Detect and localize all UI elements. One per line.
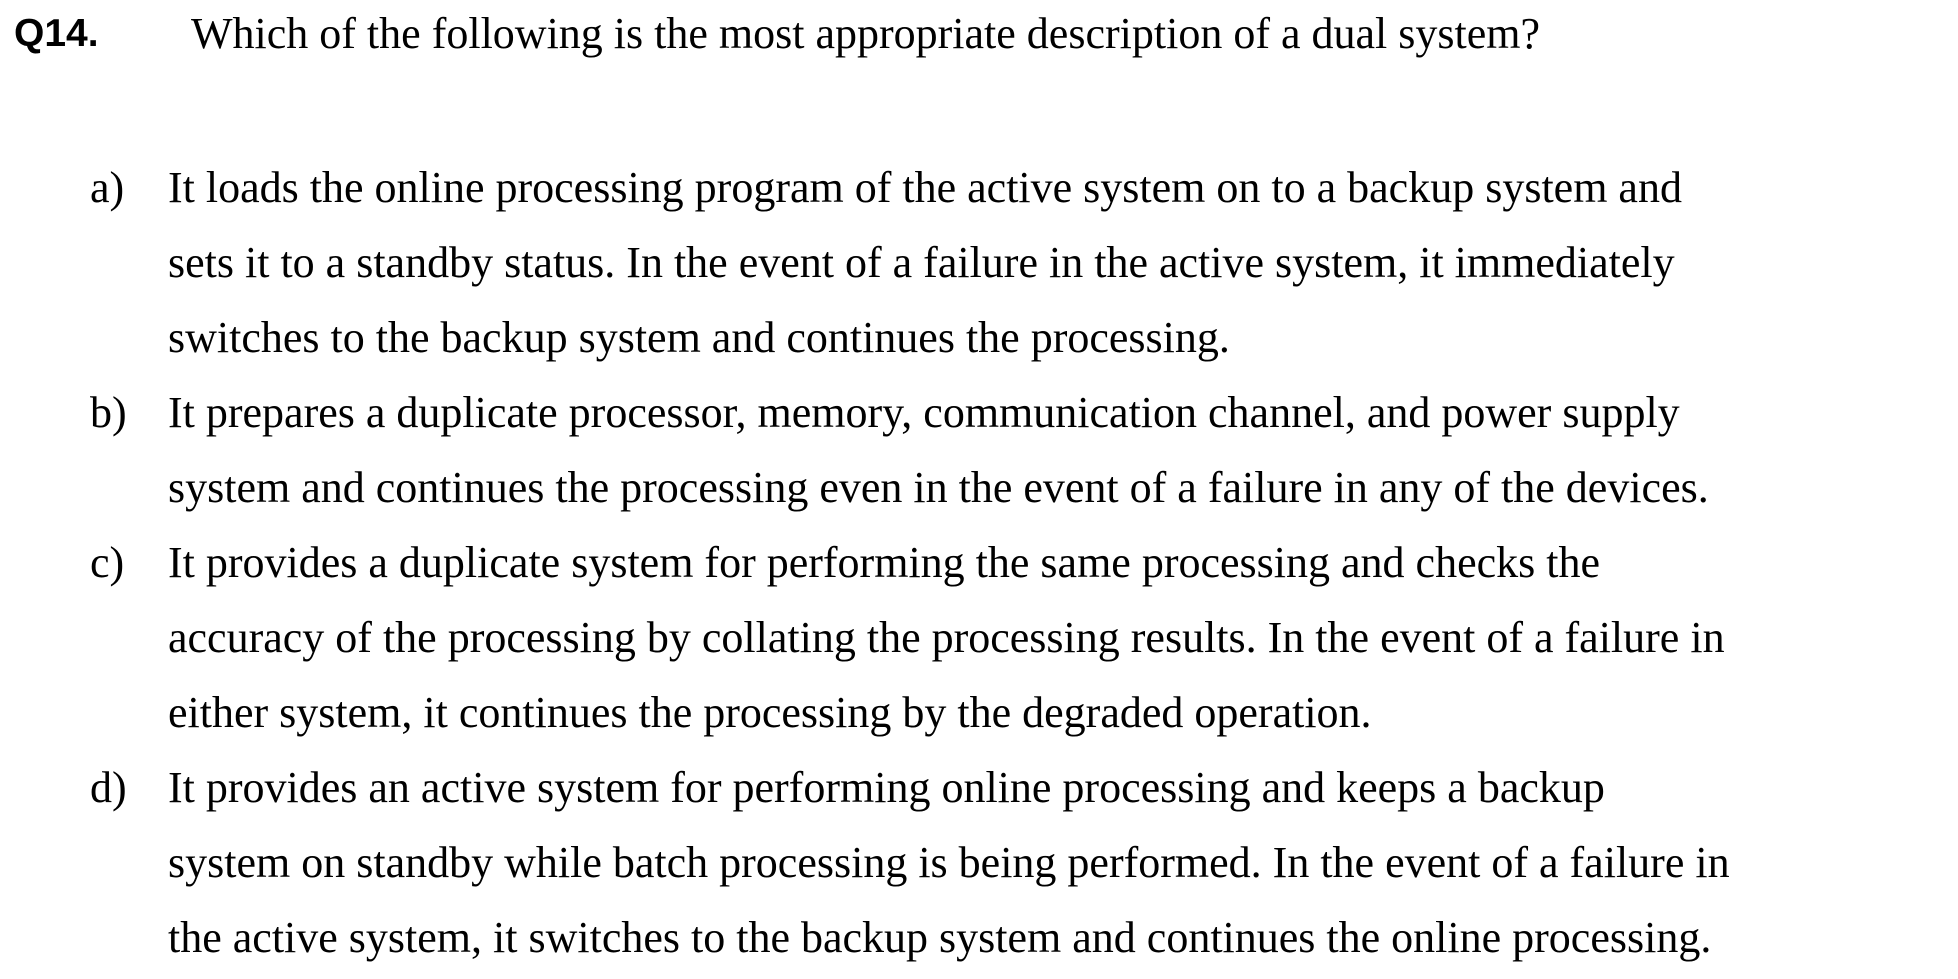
option-line: It provides an active system for perform… — [168, 763, 1605, 812]
option-line: system on standby while batch processing… — [168, 838, 1730, 887]
option-letter: b) — [90, 388, 127, 437]
option-text: It provides an active system for perform… — [168, 750, 1958, 975]
option-line: sets it to a standby status. In the even… — [168, 238, 1675, 287]
option-line: either system, it continues the processi… — [168, 688, 1372, 737]
question-text: Which of the following is the most appro… — [191, 9, 1541, 58]
answer-options: a) It loads the online processing progra… — [90, 150, 1938, 975]
option-text: It prepares a duplicate processor, memor… — [168, 375, 1958, 525]
option-line: the active system, it switches to the ba… — [168, 913, 1712, 962]
option-line: It provides a duplicate system for perfo… — [168, 538, 1600, 587]
option-letter: a) — [90, 163, 125, 212]
option-letter: c) — [90, 538, 125, 587]
option-c: c) It provides a duplicate system for pe… — [90, 525, 1938, 750]
question-number: Q14. — [14, 12, 99, 55]
option-line: It loads the online processing program o… — [168, 163, 1682, 212]
option-line: It prepares a duplicate processor, memor… — [168, 388, 1680, 437]
option-line: switches to the backup system and contin… — [168, 313, 1230, 362]
option-letter: d) — [90, 763, 127, 812]
option-a: a) It loads the online processing progra… — [90, 150, 1938, 375]
option-text: It loads the online processing program o… — [168, 150, 1958, 375]
option-text: It provides a duplicate system for perfo… — [168, 525, 1958, 750]
option-line: accuracy of the processing by collating … — [168, 613, 1725, 662]
option-d: d) It provides an active system for perf… — [90, 750, 1938, 975]
option-b: b) It prepares a duplicate processor, me… — [90, 375, 1938, 525]
option-line: system and continues the processing even… — [168, 463, 1709, 512]
